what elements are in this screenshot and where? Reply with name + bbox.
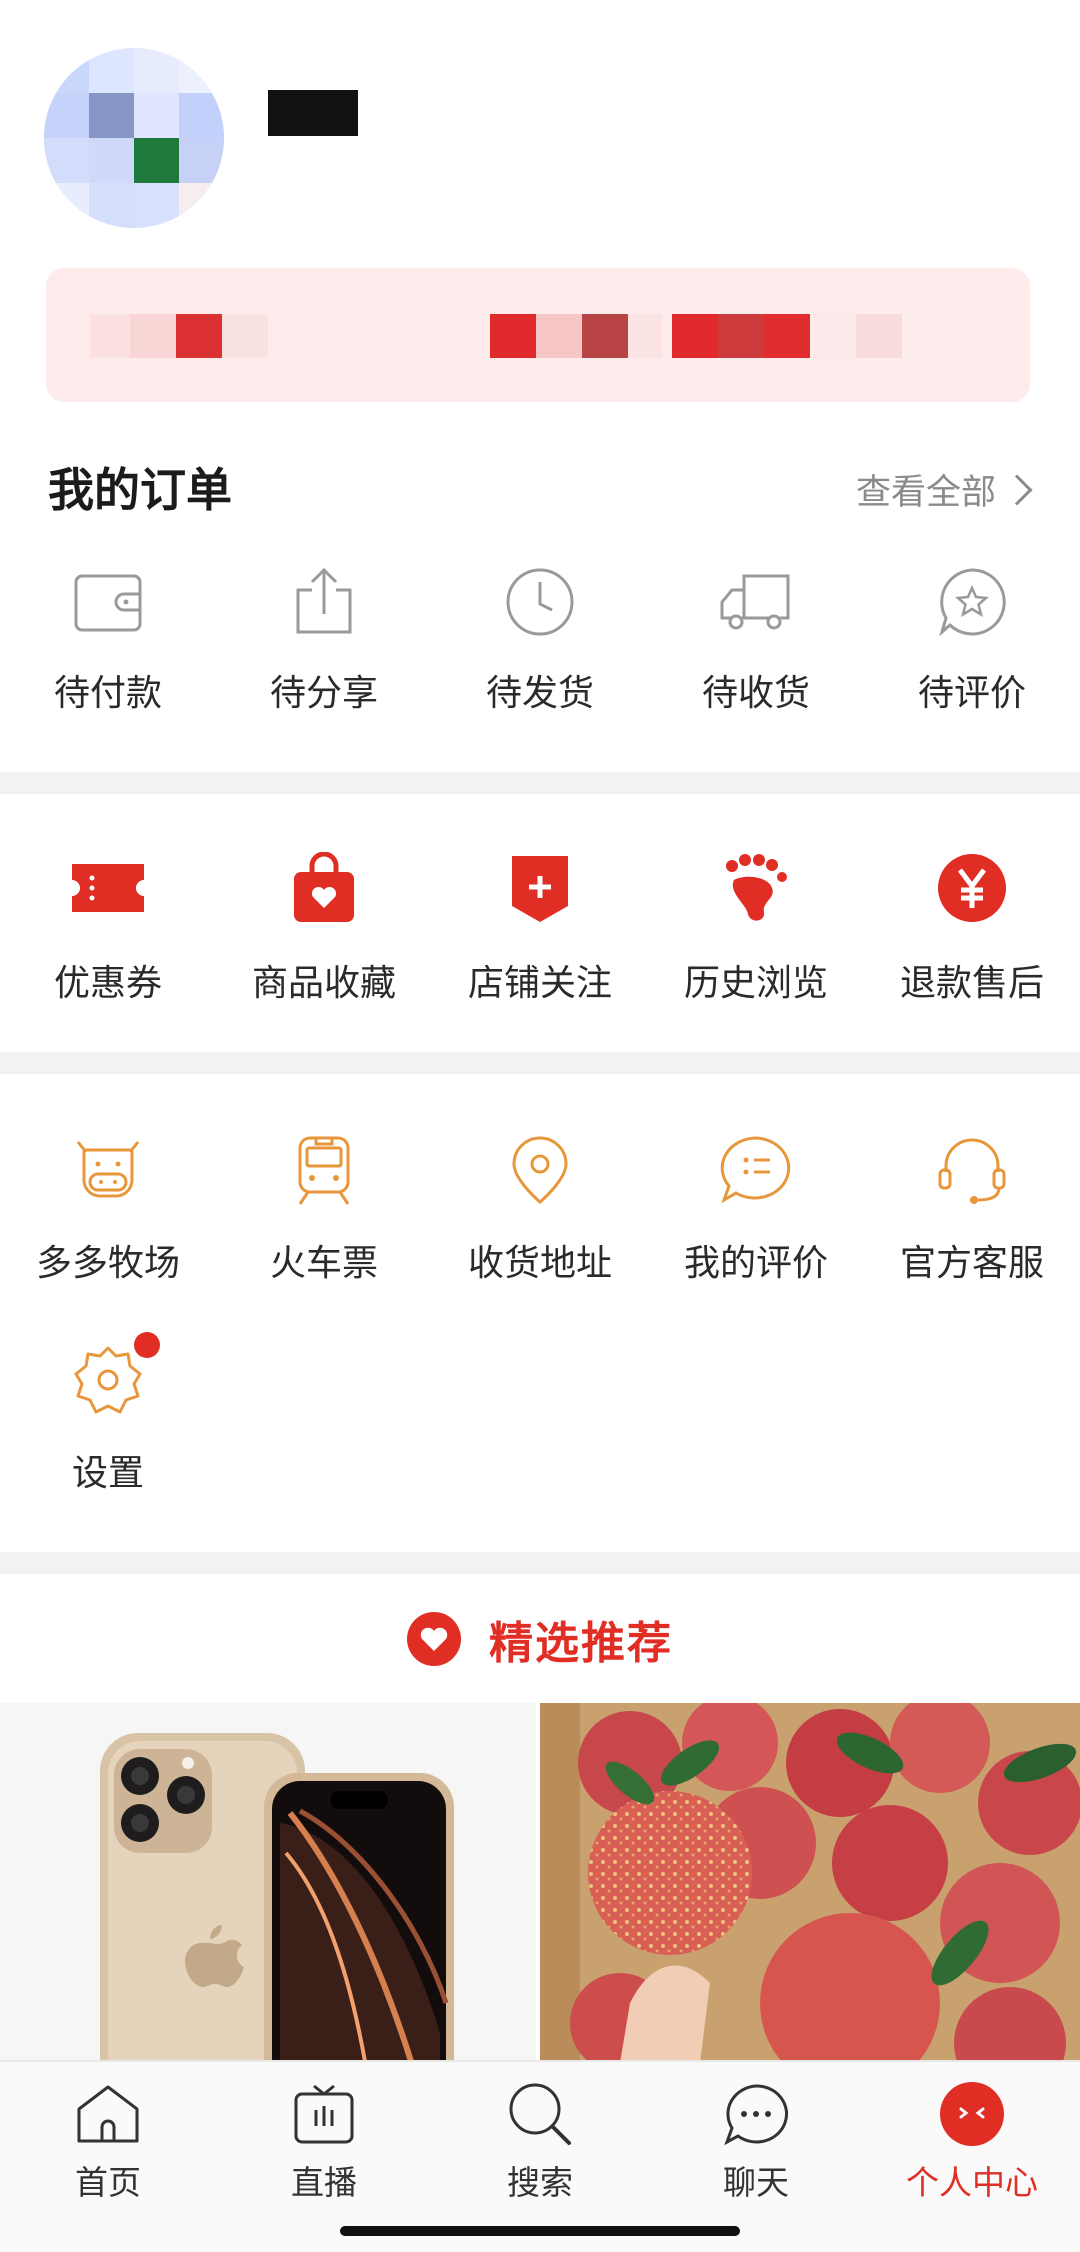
settings-entry[interactable]: 设置 (0, 1332, 216, 1496)
tab-label: 直播 (291, 2163, 357, 2202)
train-icon (284, 1130, 364, 1210)
home-icon (72, 2078, 144, 2150)
product-card[interactable] (0, 1703, 540, 2063)
tab-label: 聊天 (723, 2163, 789, 2202)
home-indicator (340, 2226, 740, 2236)
asset-label: 店铺关注 (467, 963, 612, 1004)
star-comment-icon (932, 562, 1012, 642)
tab-profile[interactable]: 个人中心 (864, 2062, 1080, 2252)
avatar[interactable] (44, 48, 224, 228)
tab-label: 首页 (75, 2163, 141, 2202)
headset-icon (932, 1130, 1012, 1210)
order-item-label: 待发货 (485, 673, 594, 714)
asset-label: 商品收藏 (251, 963, 396, 1004)
search-icon (504, 2078, 576, 2150)
wallet-icon (68, 562, 148, 642)
heart-icon (407, 1612, 461, 1666)
farm-entry[interactable]: 多多牧场 (0, 1130, 216, 1286)
share-icon (284, 562, 364, 642)
orders-title: 我的订单 (48, 463, 232, 517)
favorite-bag-icon (284, 848, 364, 928)
service-label: 设置 (71, 1453, 144, 1494)
order-item-pending-review[interactable]: 待评价 (864, 562, 1080, 716)
store-follow-entry[interactable]: 店铺关注 (432, 848, 648, 1006)
order-item-label: 待付款 (53, 673, 162, 714)
asset-label: 优惠券 (53, 963, 162, 1004)
cow-icon (68, 1130, 148, 1210)
favorites-entry[interactable]: 商品收藏 (216, 848, 432, 1006)
address-entry[interactable]: 收货地址 (432, 1130, 648, 1286)
order-item-pending-share[interactable]: 待分享 (216, 562, 432, 716)
phone-product-image (0, 1703, 536, 2063)
product-card[interactable] (540, 1703, 1080, 2063)
truck-icon (716, 562, 796, 642)
service-label: 我的评价 (683, 1243, 828, 1284)
services-grid: 多多牧场 火车票 收货地址 我的评价 官方客服 (0, 1130, 1080, 1286)
tab-label: 搜索 (507, 2163, 573, 2202)
product-feed (0, 1703, 1080, 2063)
tab-label: 个人中心 (906, 2163, 1038, 2202)
section-divider (0, 1552, 1080, 1574)
order-item-pending-shipment[interactable]: 待发货 (432, 562, 648, 716)
recommend-header: 精选推荐 (0, 1575, 1080, 1703)
section-divider (0, 1052, 1080, 1074)
asset-label: 退款售后 (899, 963, 1044, 1004)
coupon-icon (68, 848, 148, 928)
service-label: 官方客服 (899, 1243, 1044, 1284)
train-ticket-entry[interactable]: 火车票 (216, 1130, 432, 1286)
services-grid-row2: 设置 (0, 1332, 1080, 1496)
view-all-label: 查看全部 (855, 473, 996, 513)
service-label: 多多牧场 (35, 1243, 180, 1284)
notification-badge (134, 1332, 160, 1358)
apple-product-image (540, 1703, 1080, 2063)
asset-label: 历史浏览 (683, 963, 828, 1004)
chevron-right-icon (1001, 473, 1033, 506)
history-entry[interactable]: 历史浏览 (648, 848, 864, 1006)
bottom-tab-bar: 首页 直播 搜索 聊天 个人中心 (0, 2060, 1080, 2252)
customer-service-entry[interactable]: 官方客服 (864, 1130, 1080, 1286)
section-divider (0, 772, 1080, 794)
recommend-title: 精选推荐 (489, 1618, 673, 1669)
location-icon (500, 1130, 580, 1210)
service-label: 收货地址 (467, 1243, 612, 1284)
assets-grid: 优惠券 商品收藏 店铺关注 历史浏览 退款售后 (0, 848, 1080, 1006)
tab-live[interactable]: 直播 (216, 2062, 432, 2252)
tv-icon (288, 2078, 360, 2150)
order-item-label: 待分享 (269, 673, 378, 714)
tab-search[interactable]: 搜索 (432, 2062, 648, 2252)
order-item-pending-receipt[interactable]: 待收货 (648, 562, 864, 716)
order-item-label: 待收货 (701, 673, 810, 714)
my-reviews-entry[interactable]: 我的评价 (648, 1130, 864, 1286)
order-item-label: 待评价 (917, 673, 1026, 714)
tab-chat[interactable]: 聊天 (648, 2062, 864, 2252)
comment-list-icon (716, 1130, 796, 1210)
refund-entry[interactable]: 退款售后 (864, 848, 1080, 1006)
clock-icon (500, 562, 580, 642)
username (268, 90, 358, 136)
profile-icon (936, 2078, 1008, 2150)
store-follow-icon (500, 848, 580, 928)
chat-icon (720, 2078, 792, 2150)
order-item-pending-payment[interactable]: 待付款 (0, 562, 216, 716)
tab-home[interactable]: 首页 (0, 2062, 216, 2252)
orders-section: 我的订单 查看全部 待付款 待分享 待发货 待收货 待评价 (0, 402, 1080, 772)
coupon-entry[interactable]: 优惠券 (0, 848, 216, 1006)
footprint-icon (716, 848, 796, 928)
info-banner[interactable] (46, 268, 1030, 402)
profile-header (0, 0, 1080, 255)
view-all-orders-link[interactable]: 查看全部 (856, 464, 1034, 515)
yuan-icon (932, 848, 1012, 928)
service-label: 火车票 (269, 1243, 378, 1284)
orders-grid: 待付款 待分享 待发货 待收货 待评价 (0, 562, 1080, 716)
